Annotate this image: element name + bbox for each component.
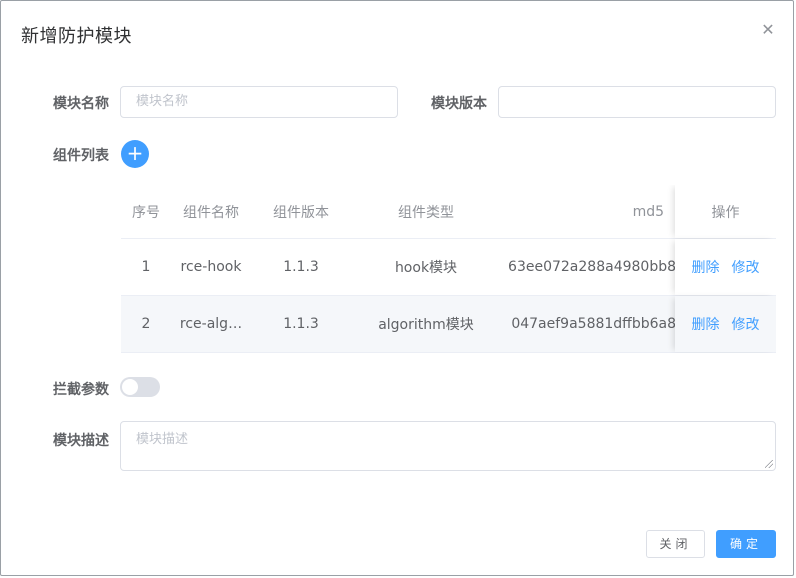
- confirm-button[interactable]: 确定: [716, 530, 776, 558]
- row-index: 2: [141, 316, 151, 332]
- resize-handle-icon[interactable]: [765, 460, 773, 468]
- add-component-button[interactable]: +: [121, 140, 149, 168]
- add-module-dialog: 新增防护模块 ✕ 模块名称 模块名称 模块版本 组件列表 + 序号 组件名称 组…: [0, 0, 794, 576]
- row-index: 1: [141, 259, 151, 275]
- row-component-name: rce-hook: [180, 259, 242, 275]
- table-row: 1 rce-hook 1.1.3 hook模块 63ee072a288a4980…: [121, 239, 776, 296]
- component-list-label: 组件列表: [53, 148, 109, 164]
- close-button[interactable]: 关闭: [646, 530, 705, 558]
- table-row: 2 rce-alg… 1.1.3 algorithm模块 047aef9a588…: [121, 296, 776, 353]
- header-component-version: 组件版本: [273, 204, 329, 221]
- header-component-type: 组件类型: [398, 204, 454, 221]
- module-version-label: 模块版本: [431, 96, 487, 112]
- plus-icon: +: [126, 141, 144, 165]
- header-md5: md5: [632, 203, 664, 220]
- row-md5: 047aef9a5881dffbb6a8: [511, 316, 676, 332]
- row-component-name: rce-alg…: [179, 316, 243, 332]
- delete-link[interactable]: 删除: [692, 257, 720, 277]
- edit-link[interactable]: 修改: [732, 257, 760, 277]
- description-label: 模块描述: [53, 433, 109, 449]
- row-actions: 删除 修改: [675, 239, 776, 295]
- intercept-label: 拦截参数: [53, 382, 109, 398]
- close-icon[interactable]: ✕: [759, 21, 777, 39]
- header-actions: 操作: [675, 185, 776, 238]
- row-actions: 删除 修改: [675, 296, 776, 352]
- row-component-type: hook模块: [394, 260, 458, 276]
- dialog-title: 新增防护模块: [21, 26, 132, 47]
- edit-link[interactable]: 修改: [732, 314, 760, 334]
- description-placeholder: 模块描述: [136, 432, 189, 447]
- delete-link[interactable]: 删除: [692, 314, 720, 334]
- row-component-version: 1.1.3: [283, 259, 319, 275]
- header-index: 序号: [132, 204, 160, 221]
- row-component-type: algorithm模块: [378, 317, 474, 333]
- row-component-version: 1.1.3: [283, 316, 319, 332]
- module-version-input[interactable]: [498, 86, 776, 118]
- module-name-label: 模块名称: [53, 96, 109, 112]
- description-textarea[interactable]: 模块描述: [120, 421, 776, 471]
- component-table: 序号 组件名称 组件版本 组件类型 md5 操作 1 rce-hook 1.1.…: [121, 185, 776, 353]
- intercept-toggle[interactable]: [120, 377, 160, 397]
- header-component-name: 组件名称: [183, 204, 239, 221]
- module-name-input[interactable]: 模块名称: [120, 86, 398, 118]
- toggle-knob: [122, 379, 138, 395]
- row-md5: 63ee072a288a4980bb8: [508, 259, 676, 275]
- table-header-row: 序号 组件名称 组件版本 组件类型 md5 操作: [121, 185, 776, 239]
